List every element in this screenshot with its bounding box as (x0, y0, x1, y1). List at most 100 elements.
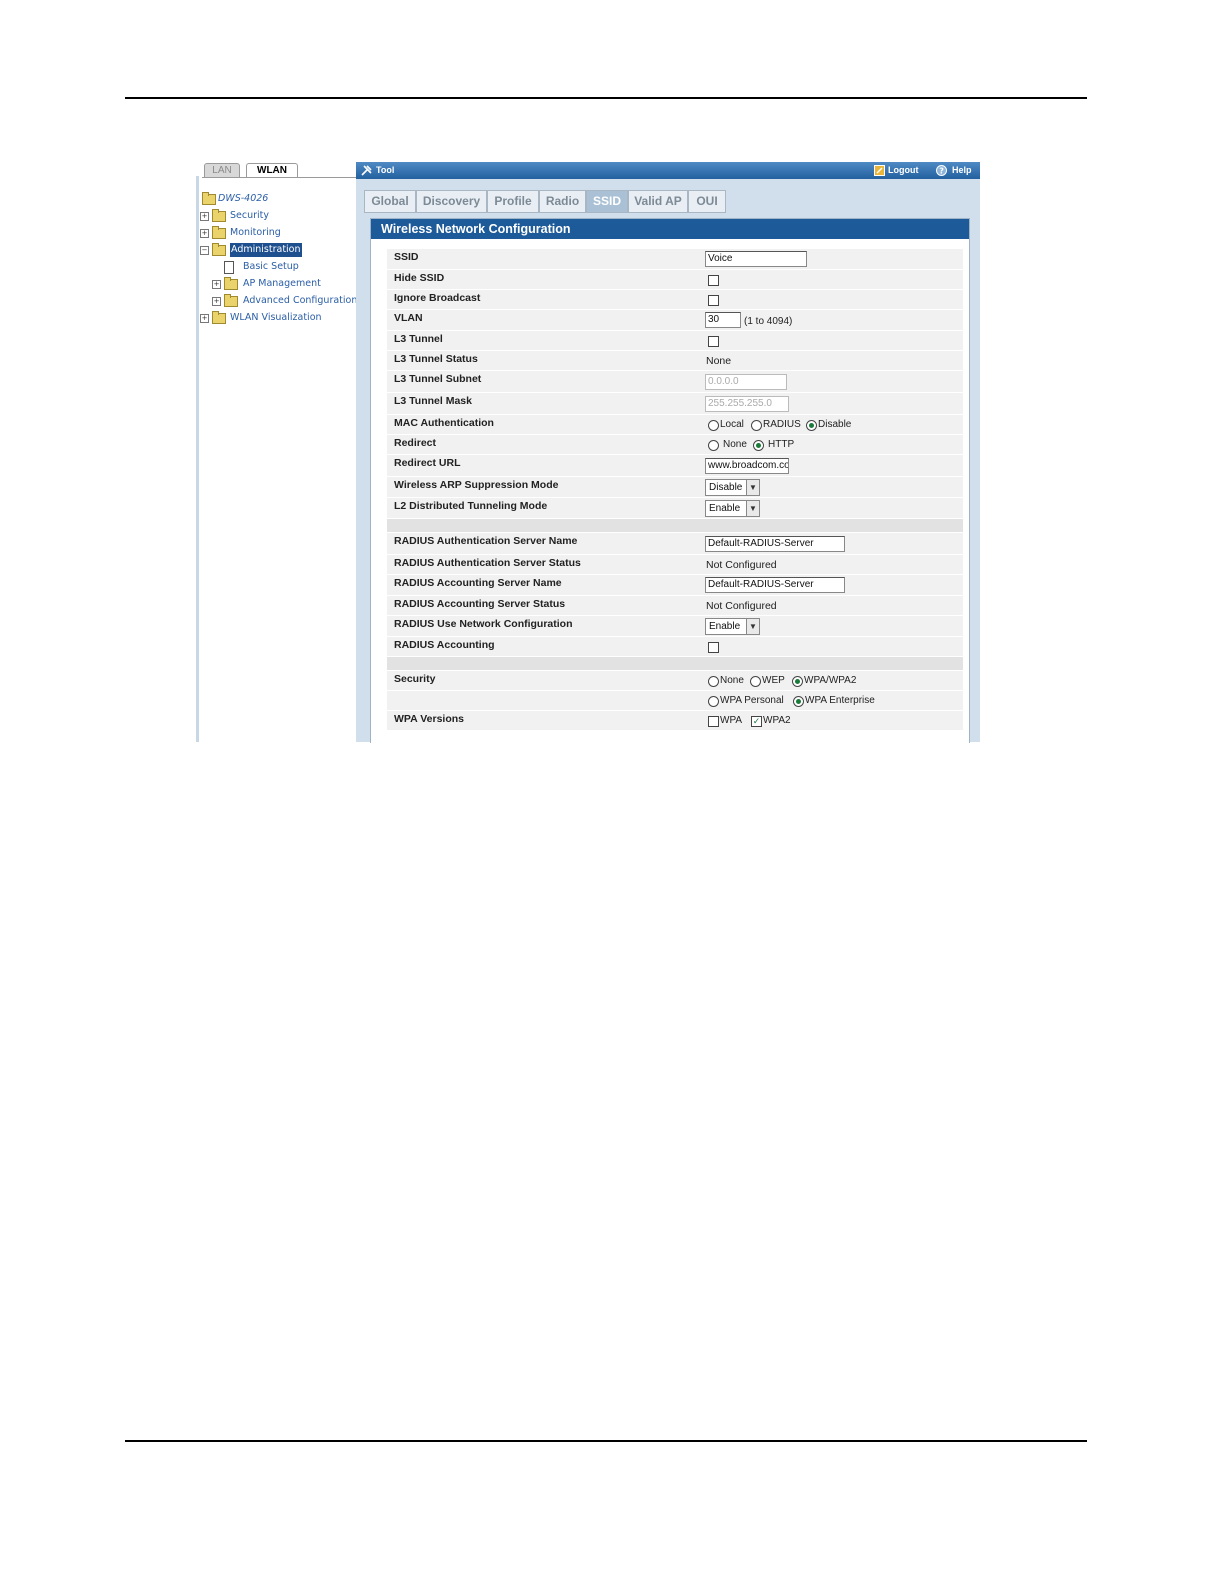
l3-tunnel-mask-label: L3 Tunnel Mask (394, 395, 472, 407)
radius-auth-status-value: Not Configured (706, 559, 777, 571)
row-radius-auth-name: RADIUS Authentication Server Name Defaul… (387, 533, 963, 555)
vlan-input[interactable]: 30 (705, 312, 741, 328)
l3-tunnel-status-value: None (706, 355, 732, 367)
row-l3-tunnel-mask: L3 Tunnel Mask 255.255.255.0 (387, 393, 963, 415)
radius-use-network-select[interactable]: Enable ▼ (705, 618, 760, 635)
row-hide-ssid: Hide SSID (387, 270, 963, 290)
tab-oui[interactable]: OUI (688, 190, 726, 213)
security-label: Security (394, 673, 436, 685)
expand-icon[interactable]: + (200, 314, 209, 323)
tab-global[interactable]: Global (364, 190, 416, 213)
l2-tunneling-select[interactable]: Enable ▼ (705, 500, 760, 517)
nav-tab-divider (202, 177, 356, 178)
title-bar: Tool Logout ? Help (356, 162, 980, 179)
folder-icon (212, 311, 226, 324)
security-wep-radio[interactable] (750, 676, 761, 687)
l3-tunnel-subnet-label: L3 Tunnel Subnet (394, 373, 482, 385)
redirect-none-radio[interactable] (708, 440, 719, 451)
wpa-personal-label: WPA Personal (720, 695, 784, 706)
tree-item-label: Advanced Configuration (243, 295, 358, 306)
wireless-network-form: Wireless Network Configuration SSID Voic… (370, 218, 970, 743)
l3-tunnel-label: L3 Tunnel (394, 333, 443, 345)
ssid-input[interactable]: Voice (705, 251, 807, 267)
security-wpa-wpa2-radio[interactable] (792, 676, 803, 687)
mac-auth-local-radio[interactable] (708, 420, 719, 431)
l3-tunnel-checkbox[interactable] (708, 336, 719, 347)
arp-suppression-label: Wireless ARP Suppression Mode (394, 479, 559, 491)
redirect-none-label: None (723, 439, 747, 450)
folder-icon (224, 277, 238, 290)
chevron-down-icon[interactable]: ▼ (746, 480, 759, 495)
bottom-rule (125, 1440, 1087, 1442)
form-title: Wireless Network Configuration (371, 219, 969, 239)
expand-icon[interactable]: + (212, 297, 221, 306)
tab-radio[interactable]: Radio (539, 190, 586, 213)
expand-icon[interactable]: + (200, 229, 209, 238)
mac-auth-disable-radio[interactable] (806, 420, 817, 431)
help-icon: ? (936, 165, 947, 176)
wpa-enterprise-label: WPA Enterprise (805, 695, 875, 706)
vlan-label: VLAN (394, 312, 423, 324)
chevron-down-icon[interactable]: ▼ (746, 619, 759, 634)
help-link[interactable]: Help (952, 162, 972, 179)
ignore-broadcast-label: Ignore Broadcast (394, 292, 481, 304)
l3-tunnel-mask-input[interactable]: 255.255.255.0 (705, 396, 789, 412)
folder-icon (212, 226, 226, 239)
redirect-url-input[interactable]: www.broadcom.co (705, 458, 789, 474)
l3-tunnel-subnet-input[interactable]: 0.0.0.0 (705, 374, 787, 390)
radius-use-network-label: RADIUS Use Network Configuration (394, 618, 573, 630)
folder-icon (212, 209, 226, 222)
wpa2-checkbox[interactable]: ✓ (751, 716, 762, 727)
l2-tunneling-label: L2 Distributed Tunneling Mode (394, 500, 548, 512)
section-separator (387, 657, 963, 671)
security-none-label: None (720, 675, 744, 686)
wpa-enterprise-radio[interactable] (793, 696, 804, 707)
hide-ssid-checkbox[interactable] (708, 275, 719, 286)
section-separator (387, 519, 963, 533)
row-arp-suppression: Wireless ARP Suppression Mode Disable ▼ (387, 477, 963, 498)
collapse-icon[interactable]: − (200, 246, 209, 255)
radius-accounting-checkbox[interactable] (708, 642, 719, 653)
tab-wlan[interactable]: WLAN (246, 163, 298, 178)
ssid-label: SSID (394, 251, 419, 263)
row-radius-auth-status: RADIUS Authentication Server Status Not … (387, 555, 963, 575)
security-none-radio[interactable] (708, 676, 719, 687)
radius-acct-name-input[interactable]: Default-RADIUS-Server (705, 577, 845, 593)
tab-lan[interactable]: LAN (204, 163, 240, 178)
main-panel: Tool Logout ? Help Global Discovery Prof… (356, 162, 980, 743)
arp-suppression-select[interactable]: Disable ▼ (705, 479, 760, 496)
row-redirect-url: Redirect URL www.broadcom.co (387, 455, 963, 477)
expand-icon[interactable]: + (200, 212, 209, 221)
ignore-broadcast-checkbox[interactable] (708, 295, 719, 306)
redirect-http-label: HTTP (768, 439, 795, 450)
logout-link[interactable]: Logout (888, 162, 919, 179)
row-wpa-versions: WPA Versions WPA ✓ WPA2 (387, 711, 963, 731)
tree-item-label: WLAN Visualization (230, 312, 322, 323)
wpa-versions-label: WPA Versions (394, 713, 465, 725)
radius-auth-name-input[interactable]: Default-RADIUS-Server (705, 536, 845, 552)
tool-menu[interactable]: Tool (376, 162, 394, 179)
row-radius-acct-status: RADIUS Accounting Server Status Not Conf… (387, 596, 963, 616)
row-vlan: VLAN 30 (1 to 4094) (387, 310, 963, 331)
page-icon (224, 261, 234, 274)
left-nav: LAN WLAN DWS-4026 + Security + Monitorin… (196, 160, 358, 742)
radius-accounting-label: RADIUS Accounting (394, 639, 495, 651)
redirect-http-radio[interactable] (753, 440, 764, 451)
top-rule (125, 97, 1087, 99)
tab-valid-ap[interactable]: Valid AP (628, 190, 688, 213)
tab-profile[interactable]: Profile (487, 190, 539, 213)
tab-discovery[interactable]: Discovery (416, 190, 487, 213)
wpa-checkbox[interactable] (708, 716, 719, 727)
expand-icon[interactable]: + (212, 280, 221, 289)
chevron-down-icon[interactable]: ▼ (746, 501, 759, 516)
row-security: Security None WEP WPA/WPA2 (387, 671, 963, 691)
mac-auth-radius-radio[interactable] (751, 420, 762, 431)
mac-auth-label: MAC Authentication (394, 417, 494, 429)
wpa-personal-radio[interactable] (708, 696, 719, 707)
tab-ssid[interactable]: SSID (586, 190, 628, 213)
radius-auth-status-label: RADIUS Authentication Server Status (394, 557, 581, 569)
row-l3-tunnel-subnet: L3 Tunnel Subnet 0.0.0.0 (387, 371, 963, 393)
folder-open-icon (212, 243, 226, 256)
tree-item-label: DWS-4026 (218, 193, 269, 204)
row-ssid: SSID Voice (387, 249, 963, 270)
